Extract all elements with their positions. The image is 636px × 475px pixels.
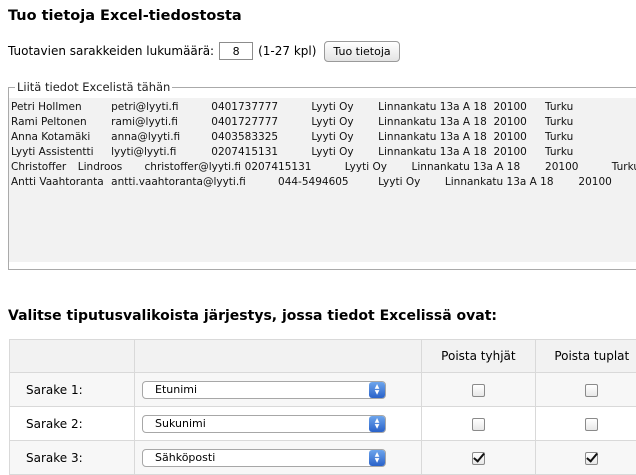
field-select-value: Sähköposti <box>155 451 215 464</box>
updown-arrows-icon: ▲▼ <box>369 382 385 398</box>
column-count-input[interactable] <box>219 42 253 60</box>
updown-arrows-icon: ▲▼ <box>369 450 385 466</box>
table-row: Sarake 2: Sukunimi ▲▼ <box>10 407 636 441</box>
remove-duplicates-checkbox-3[interactable] <box>585 452 598 465</box>
field-select-3[interactable]: Sähköposti ▲▼ <box>142 449 386 467</box>
column-mapping-table: Poista tyhjät Poista tuplat Sarake 1: Et… <box>9 339 636 475</box>
order-title: Valitse tiputusvalikoista järjestys, jos… <box>8 308 497 324</box>
field-select-1[interactable]: Etunimi ▲▼ <box>142 381 386 399</box>
row-label: Sarake 3: <box>10 441 135 475</box>
remove-empty-checkbox-3[interactable] <box>472 452 485 465</box>
updown-arrows-icon: ▲▼ <box>369 416 385 432</box>
remove-duplicates-checkbox-1[interactable] <box>585 384 598 397</box>
field-select-value: Sukunimi <box>155 417 206 430</box>
page-title: Tuo tietoja Excel-tiedostosta <box>8 8 242 24</box>
table-header-row: Poista tyhjät Poista tuplat <box>10 340 636 373</box>
row-label: Sarake 1: <box>10 373 135 407</box>
header-blank-1 <box>10 340 135 373</box>
column-count-label: Tuotavien sarakkeiden lukumäärä: <box>8 44 214 58</box>
remove-duplicates-checkbox-2[interactable] <box>585 418 598 431</box>
header-blank-2 <box>135 340 422 373</box>
field-select-value: Etunimi <box>155 383 197 396</box>
paste-textarea[interactable]: Petri Hollmen petri@lyyti.fi 0401737777 … <box>9 98 636 262</box>
remove-empty-checkbox-1[interactable] <box>472 384 485 397</box>
column-count-hint: (1-27 kpl) <box>258 44 316 58</box>
remove-empty-checkbox-2[interactable] <box>472 418 485 431</box>
header-remove-duplicates: Poista tuplat <box>535 340 636 373</box>
header-remove-empty: Poista tyhjät <box>422 340 535 373</box>
table-row: Sarake 3: Sähköposti ▲▼ <box>10 441 636 475</box>
fetch-data-button[interactable]: Tuo tietoja <box>324 41 399 62</box>
table-row: Sarake 1: Etunimi ▲▼ <box>10 373 636 407</box>
field-select-2[interactable]: Sukunimi ▲▼ <box>142 415 386 433</box>
row-label: Sarake 2: <box>10 407 135 441</box>
column-count-row: Tuotavien sarakkeiden lukumäärä: (1-27 k… <box>8 40 400 62</box>
paste-legend: Liitä tiedot Excelistä tähän <box>15 80 172 94</box>
